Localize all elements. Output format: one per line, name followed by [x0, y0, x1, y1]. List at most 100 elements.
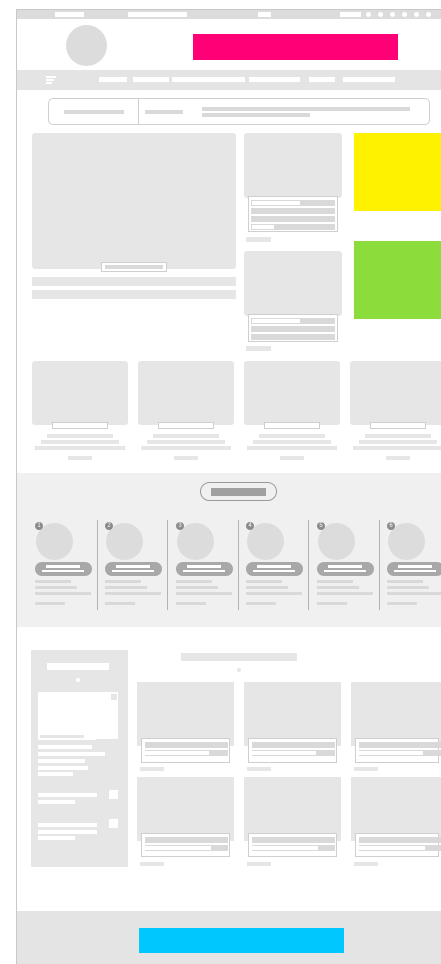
- carousel-item-title[interactable]: [105, 580, 141, 583]
- hero-title-line[interactable]: [32, 277, 236, 286]
- story-card-title[interactable]: [359, 440, 437, 444]
- carousel-item-title[interactable]: [387, 592, 441, 595]
- product-card-title[interactable]: [145, 742, 228, 748]
- hamburger-icon[interactable]: [46, 76, 56, 84]
- story-card-title[interactable]: [35, 446, 125, 450]
- carousel-item-title[interactable]: [246, 592, 302, 595]
- carousel-item-title[interactable]: [317, 592, 373, 595]
- social-icon[interactable]: [378, 12, 383, 17]
- ad-side-green[interactable]: [354, 241, 441, 319]
- product-card-caption[interactable]: [248, 738, 337, 763]
- nav-item[interactable]: [133, 77, 169, 82]
- carousel-item-title[interactable]: [246, 580, 282, 583]
- carousel-item[interactable]: 3: [175, 518, 245, 613]
- carousel-item-title[interactable]: [176, 586, 218, 589]
- story-card-title[interactable]: [253, 440, 331, 444]
- hero-image[interactable]: [32, 133, 236, 269]
- story-card-title[interactable]: [365, 434, 431, 438]
- social-icon[interactable]: [414, 12, 419, 17]
- product-card-image[interactable]: [351, 682, 441, 746]
- search-category[interactable]: [64, 110, 124, 114]
- carousel-item-button[interactable]: [176, 562, 233, 576]
- carousel-item-button[interactable]: [246, 562, 303, 576]
- hero-title-line[interactable]: [32, 290, 236, 299]
- carousel-section-title[interactable]: [200, 482, 277, 501]
- story-card-image[interactable]: [138, 361, 234, 425]
- carousel-item-title[interactable]: [387, 580, 423, 583]
- carousel-item[interactable]: 2: [104, 518, 174, 613]
- story-card-image[interactable]: [32, 361, 128, 425]
- story-card-title[interactable]: [47, 434, 113, 438]
- carousel-item-title[interactable]: [105, 586, 147, 589]
- carousel-item-title[interactable]: [387, 586, 429, 589]
- utility-link[interactable]: [128, 12, 187, 17]
- social-icon[interactable]: [402, 12, 407, 17]
- product-card-caption[interactable]: [141, 738, 230, 763]
- social-icon[interactable]: [366, 12, 371, 17]
- product-card-image[interactable]: [244, 777, 341, 841]
- nav-item[interactable]: [249, 77, 300, 82]
- search-bar[interactable]: [48, 98, 430, 125]
- side-story-card[interactable]: [248, 196, 338, 232]
- nav-item[interactable]: [309, 77, 335, 82]
- carousel-item-title[interactable]: [176, 580, 212, 583]
- carousel-item-button[interactable]: [387, 562, 441, 576]
- story-card-image[interactable]: [350, 361, 441, 425]
- sidebar-widget[interactable]: [38, 692, 118, 739]
- carousel-item-title[interactable]: [105, 592, 161, 595]
- logo-icon[interactable]: [66, 25, 107, 66]
- carousel-item-title[interactable]: [246, 586, 288, 589]
- search-input[interactable]: [202, 107, 410, 111]
- product-card-title[interactable]: [145, 837, 228, 843]
- story-card-image[interactable]: [244, 361, 340, 425]
- social-icon[interactable]: [426, 12, 431, 17]
- ad-banner-top[interactable]: [193, 34, 398, 60]
- carousel-item-title[interactable]: [35, 580, 71, 583]
- sidebar-checkbox[interactable]: [109, 790, 118, 799]
- story-card-title[interactable]: [353, 446, 441, 450]
- nav-item[interactable]: [172, 77, 245, 82]
- product-card-title[interactable]: [359, 837, 441, 843]
- ad-side-yellow[interactable]: [354, 133, 441, 211]
- product-card-title[interactable]: [359, 742, 441, 748]
- story-card-title[interactable]: [247, 446, 337, 450]
- product-card-image[interactable]: [351, 777, 441, 841]
- product-card-caption[interactable]: [355, 738, 441, 763]
- product-card-title[interactable]: [252, 742, 335, 748]
- carousel-item-title[interactable]: [317, 586, 359, 589]
- carousel-item-button[interactable]: [35, 562, 92, 576]
- sidebar-checkbox[interactable]: [109, 819, 118, 828]
- sidebar-option[interactable]: [38, 800, 75, 804]
- sidebar-option[interactable]: [38, 836, 75, 840]
- carousel-item-button[interactable]: [105, 562, 162, 576]
- carousel-item-title[interactable]: [35, 592, 91, 595]
- carousel-item[interactable]: 1: [34, 518, 104, 613]
- story-card-title[interactable]: [147, 440, 225, 444]
- product-card-caption[interactable]: [355, 833, 441, 857]
- side-story-card[interactable]: [248, 314, 338, 342]
- carousel-item-title[interactable]: [176, 592, 232, 595]
- utility-link[interactable]: [258, 12, 271, 17]
- product-card-title[interactable]: [252, 837, 335, 843]
- sidebar-option[interactable]: [38, 793, 97, 797]
- utility-link[interactable]: [340, 12, 361, 17]
- story-card-title[interactable]: [259, 434, 325, 438]
- carousel-item-button[interactable]: [317, 562, 374, 576]
- utility-link[interactable]: [55, 12, 84, 17]
- carousel-item-title[interactable]: [35, 586, 77, 589]
- ad-banner-bottom[interactable]: [139, 928, 344, 953]
- story-card-title[interactable]: [41, 440, 119, 444]
- sidebar-option[interactable]: [38, 830, 97, 834]
- carousel-item[interactable]: 6: [386, 518, 441, 613]
- story-card-title[interactable]: [153, 434, 219, 438]
- product-card-image[interactable]: [137, 777, 234, 841]
- product-card-image[interactable]: [244, 682, 341, 746]
- product-card-image[interactable]: [137, 682, 234, 746]
- carousel-item-title[interactable]: [317, 580, 353, 583]
- story-card-title[interactable]: [141, 446, 231, 450]
- nav-item[interactable]: [99, 77, 127, 82]
- close-icon[interactable]: [111, 694, 117, 700]
- product-card-caption[interactable]: [248, 833, 337, 857]
- social-icon[interactable]: [390, 12, 395, 17]
- side-story-image[interactable]: [244, 251, 342, 316]
